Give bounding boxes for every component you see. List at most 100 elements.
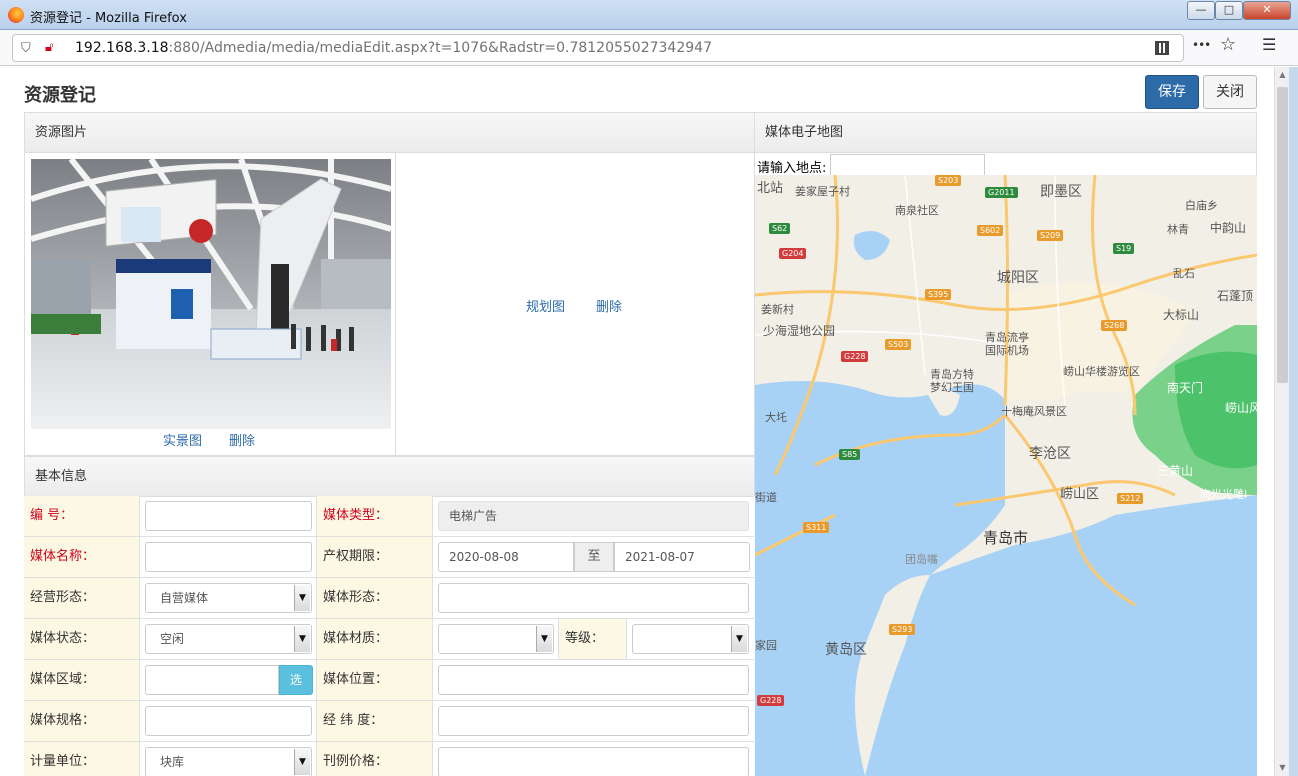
chevron-down-icon[interactable]: ▼ xyxy=(294,626,310,652)
date-to-input[interactable]: 2021-08-07 xyxy=(614,542,750,572)
map-label: 石蓬顶 xyxy=(1217,289,1254,303)
media-type-field: 电梯广告 xyxy=(438,501,749,531)
station-photo[interactable] xyxy=(31,159,391,429)
map-label: 南天门 xyxy=(1167,381,1204,395)
road-shield: G228 xyxy=(757,695,785,706)
map-label: 崂山华楼游览区 xyxy=(1063,365,1140,378)
field-label-media-area: 媒体区域： xyxy=(24,660,139,700)
lat-lng-input[interactable] xyxy=(438,706,749,736)
form-row: 媒体名称： 产权期限： 2020-08-08 至 2021-08-07 xyxy=(24,537,754,578)
cell: 电梯广告 xyxy=(432,496,754,536)
unit-select[interactable]: 块库 ▼ xyxy=(145,747,312,776)
bookmark-star-icon[interactable]: ☆ xyxy=(1220,34,1236,55)
cell xyxy=(139,701,316,741)
cell: ▼ xyxy=(432,619,558,659)
plan-view-link[interactable]: 规划图 xyxy=(526,296,565,315)
maximize-button[interactable]: □ xyxy=(1215,1,1243,20)
media-area-input[interactable] xyxy=(145,665,279,695)
map-label: 家园 xyxy=(755,639,777,652)
media-status-select[interactable]: 空闲 ▼ xyxy=(145,624,312,654)
map-label: 城阳区 xyxy=(997,270,1039,286)
field-label-operation-form: 经营形态： xyxy=(24,578,139,618)
road-shield: G228 xyxy=(841,351,869,362)
field-label-grade: 等级： xyxy=(558,619,626,659)
scroll-up-arrow-icon[interactable]: ▲ xyxy=(1275,67,1290,83)
field-label-media-form: 媒体形态： xyxy=(316,578,432,618)
cell xyxy=(432,578,754,618)
shield-icon[interactable]: ⛉ xyxy=(21,41,35,57)
app-menu-icon[interactable]: ☰ xyxy=(1262,35,1276,54)
map-label: 即墨区 xyxy=(1040,184,1082,200)
chevron-down-icon[interactable]: ▼ xyxy=(536,626,552,652)
map-canvas[interactable]: 北站 姜家屋子村 南泉社区 即墨区 中韵山 白庙乡 林青 乱石 石蓬顶 大标山 … xyxy=(755,175,1257,776)
list-price-input[interactable] xyxy=(438,747,749,776)
map-label: 南光光雕I xyxy=(1200,488,1248,501)
grade-select[interactable]: ▼ xyxy=(632,624,749,654)
operation-form-select[interactable]: 自营媒体 ▼ xyxy=(145,583,312,613)
media-name-input[interactable] xyxy=(145,542,312,572)
road-shield: S395 xyxy=(925,289,952,300)
media-form-input[interactable] xyxy=(438,583,749,613)
map-label: 姜家屋子村 xyxy=(795,185,850,198)
map-panel-header: 媒体电子地图 xyxy=(755,113,1256,153)
scroll-down-arrow-icon[interactable]: ▼ xyxy=(1275,760,1290,776)
map-label: 团岛嘴 xyxy=(905,553,938,566)
map-label: 十梅庵风景区 xyxy=(1001,405,1067,418)
form-row: 编 号： 媒体类型： 电梯广告 xyxy=(24,496,754,537)
url-text[interactable]: 192.168.3.18:880/Admedia/media/mediaEdit… xyxy=(75,40,712,56)
road-shield: S503 xyxy=(885,339,912,350)
qr-code-icon[interactable] xyxy=(1155,41,1169,55)
save-button[interactable]: 保存 xyxy=(1145,75,1199,109)
map-search-input[interactable] xyxy=(830,154,985,176)
media-spec-input[interactable] xyxy=(145,706,312,736)
cell: 自营媒体 ▼ xyxy=(139,578,316,618)
media-location-input[interactable] xyxy=(438,665,749,695)
field-label-unit: 计量单位： xyxy=(24,742,139,776)
page-scrollbar[interactable]: ▲ ▼ xyxy=(1274,67,1289,776)
plan-delete-link[interactable]: 删除 xyxy=(596,296,622,315)
scrollbar-thumb[interactable] xyxy=(1277,87,1288,383)
field-label-property-term: 产权期限： xyxy=(316,537,432,577)
cell: 选 xyxy=(139,660,316,700)
media-status-value: 空闲 xyxy=(160,632,185,646)
close-window-button[interactable]: ✕ xyxy=(1243,1,1291,20)
chevron-down-icon[interactable]: ▼ xyxy=(294,585,310,611)
road-shield: S85 xyxy=(839,449,861,460)
panel-divider xyxy=(395,153,396,455)
images-panel: 资源图片 实景图 删除 规划图 删除 xyxy=(24,112,755,456)
date-from-input[interactable]: 2020-08-08 xyxy=(438,542,574,572)
minimize-button[interactable]: — xyxy=(1187,1,1215,20)
page-title: 资源登记 xyxy=(24,85,96,106)
map-label: 林青 xyxy=(1167,223,1189,236)
field-label-media-name: 媒体名称： xyxy=(24,537,139,577)
field-label-list-price: 刊例价格： xyxy=(316,742,432,776)
close-button[interactable]: 关闭 xyxy=(1203,75,1257,109)
map-label: 大标山 xyxy=(1163,308,1200,322)
browser-toolbar: ⛉ 🔓︎ 192.168.3.18:880/Admedia/media/medi… xyxy=(0,30,1298,66)
url-host: 192.168.3.18 xyxy=(75,40,169,56)
road-shield: S203 xyxy=(935,175,962,186)
photo-delete-link[interactable]: 删除 xyxy=(229,430,255,449)
map-label: 大圫 xyxy=(765,411,787,424)
map-label: 李沧区 xyxy=(1029,446,1071,462)
cell: ▼ xyxy=(626,619,754,659)
address-bar[interactable]: ⛉ 🔓︎ 192.168.3.18:880/Admedia/media/medi… xyxy=(12,34,1184,62)
chevron-down-icon[interactable]: ▼ xyxy=(294,749,310,775)
map-label: 少海湿地公园 xyxy=(763,324,836,338)
map-search-label: 请输入地点: xyxy=(757,161,827,176)
window-title: 资源登记 - Mozilla Firefox xyxy=(30,11,187,26)
field-label-media-status: 媒体状态： xyxy=(24,619,139,659)
more-actions-icon[interactable]: ••• xyxy=(1192,38,1211,52)
cell: 2020-08-08 至 2021-08-07 xyxy=(432,537,754,577)
media-material-select[interactable]: ▼ xyxy=(438,624,554,654)
chevron-down-icon[interactable]: ▼ xyxy=(731,626,747,652)
map-label: 青岛市 xyxy=(983,529,1029,547)
road-shield: S602 xyxy=(977,225,1004,236)
insecure-lock-icon[interactable]: 🔓︎ xyxy=(45,40,61,56)
photo-view-link[interactable]: 实景图 xyxy=(163,430,202,449)
map-label: 北站 xyxy=(757,181,784,196)
choose-area-button[interactable]: 选 xyxy=(279,665,313,695)
page-content: 资源登记 保存 关闭 资源图片 实景图 删除 规划图 删除 媒体电子地图 请输入… xyxy=(0,67,1274,776)
code-input[interactable] xyxy=(145,501,312,531)
map-label: 青岛方特梦幻王国 xyxy=(930,368,974,394)
